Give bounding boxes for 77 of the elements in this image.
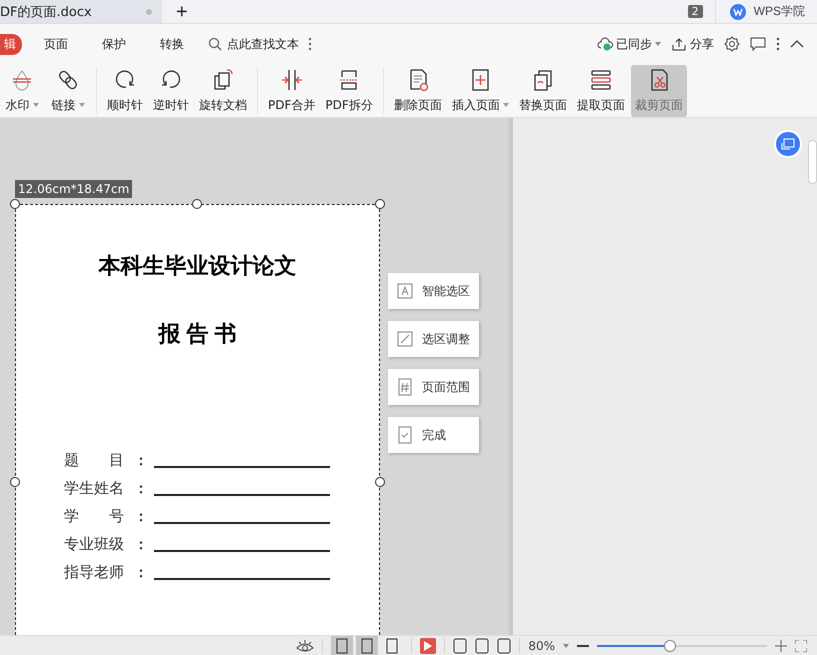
share-icon	[671, 37, 687, 51]
text-frame-icon	[396, 282, 414, 300]
toolbar-button[interactable]: 提取页面	[572, 64, 629, 116]
document-title: 本科生毕业设计论文	[98, 252, 296, 280]
toolbar-button[interactable]: 链接	[46, 64, 90, 116]
floating-tool-button[interactable]	[774, 130, 802, 158]
resize-frame-icon	[396, 330, 414, 348]
replace-page-icon	[532, 68, 554, 92]
caret-icon	[655, 42, 661, 46]
checkmark-page-icon	[396, 426, 414, 444]
cloud-check-icon	[597, 37, 613, 51]
sync-button[interactable]: 已同步	[592, 36, 666, 52]
caret-icon	[502, 103, 509, 107]
resize-handle[interactable]	[10, 199, 20, 209]
toolbar-button[interactable]: 插入页面	[448, 64, 513, 116]
extract-page-icon	[590, 68, 612, 92]
window-icon	[781, 138, 795, 150]
share-button[interactable]: 分享	[666, 36, 719, 52]
fullscreen-icon[interactable]	[795, 640, 807, 652]
scrollbar-thumb[interactable]	[808, 140, 817, 184]
toolbar-button[interactable]: PDF合并	[264, 64, 320, 116]
field-label: 学生姓名	[64, 479, 125, 498]
toolbar-button[interactable]: 替换页面	[514, 64, 571, 116]
toolbar-button[interactable]: 旋转文档	[195, 64, 251, 116]
slider-thumb[interactable]	[664, 640, 676, 652]
field-colon: ：	[134, 452, 148, 470]
toolbar-button[interactable]: 删除页面	[390, 64, 446, 116]
play-button[interactable]	[420, 638, 436, 654]
more-icon[interactable]	[308, 37, 312, 51]
field-label: 专业班级	[64, 535, 125, 554]
field-colon: ：	[134, 480, 148, 498]
ribbon-tab[interactable]: 页面	[32, 36, 80, 52]
search-field[interactable]: 点此查找文本	[227, 37, 303, 51]
caret-icon	[563, 644, 569, 648]
search-icon	[208, 37, 222, 51]
size-label: 12.06cm*18.47cm	[15, 180, 132, 198]
caret-icon	[78, 103, 84, 107]
eye-icon[interactable]	[296, 638, 314, 652]
toolbar-button[interactable]: 水印	[0, 64, 44, 116]
zoom-in-icon[interactable]	[775, 640, 787, 652]
field-label: 题 目	[64, 451, 125, 470]
resize-handle[interactable]	[375, 199, 385, 209]
ribbon-tab[interactable]: 转换	[148, 36, 196, 52]
field-colon: ：	[134, 536, 148, 554]
crop-action-button[interactable]: 选区调整	[388, 321, 479, 357]
window-count-badge: 2	[688, 5, 703, 18]
field-colon: ：	[134, 508, 148, 526]
toolbar-button[interactable]: 顺时针	[103, 64, 147, 116]
merge-icon	[280, 68, 303, 92]
view-mode-button[interactable]	[356, 636, 378, 655]
toolbar-button[interactable]: PDF拆分	[321, 64, 377, 116]
crop-action-button[interactable]: 智能选区	[388, 273, 479, 309]
field-label: 指导老师	[64, 563, 125, 582]
view-mode-button[interactable]	[331, 636, 354, 655]
water-drop-icon	[11, 68, 33, 92]
logo-icon	[730, 4, 746, 20]
resize-handle[interactable]	[10, 477, 20, 487]
zoom-level: 80%	[528, 638, 555, 652]
document-tab[interactable]: DF的页面.docx	[0, 0, 162, 23]
document-subtitle: 报 告 书	[158, 320, 237, 348]
single-page-icon	[360, 638, 374, 654]
crop-action-button[interactable]: 页面范围	[388, 369, 479, 405]
crop-action-button[interactable]: 完成	[388, 417, 479, 453]
ribbon-tab[interactable]: 保护	[90, 36, 138, 52]
resize-handle[interactable]	[192, 199, 202, 209]
play-icon	[424, 640, 432, 650]
tab-dot-icon	[146, 8, 152, 14]
caret-icon	[32, 103, 38, 107]
toolbar-button[interactable]: 逆时针	[149, 64, 193, 116]
field-colon: ：	[134, 564, 148, 582]
rotate-document-icon	[212, 68, 234, 92]
app-tab[interactable]: WPS学院	[714, 0, 817, 23]
field-label: 学 号	[64, 507, 125, 526]
new-tab-button[interactable]: +	[162, 0, 202, 23]
edit-tab[interactable]: 辑	[0, 34, 22, 54]
resize-handle[interactable]	[375, 477, 385, 487]
hash-page-icon	[396, 378, 414, 396]
